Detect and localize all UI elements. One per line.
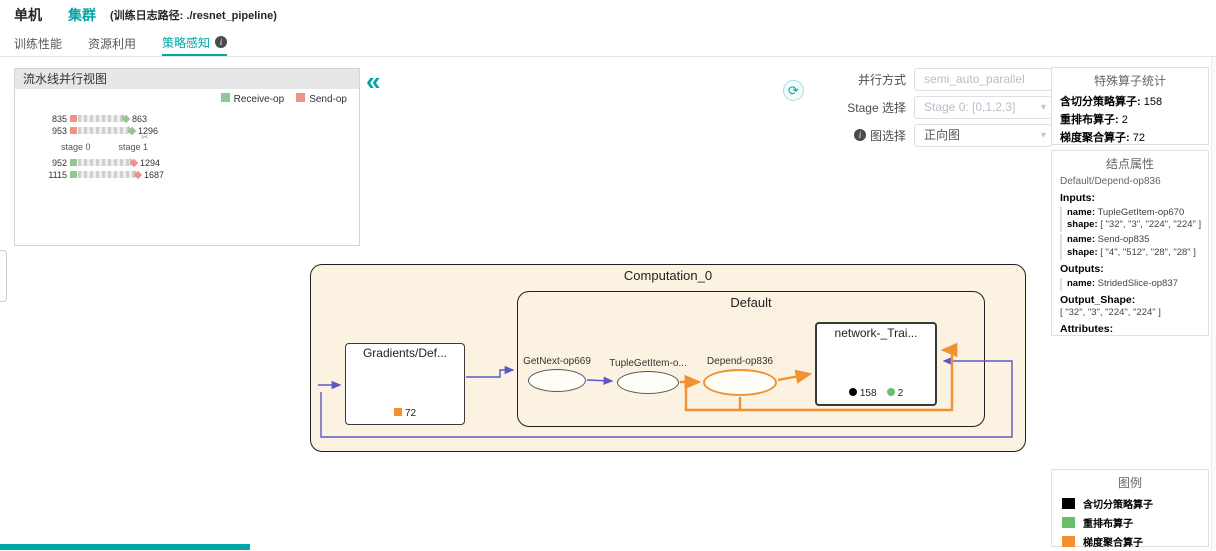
left-drawer-handle[interactable]	[0, 250, 7, 302]
chevron-down-icon: ▾	[1041, 97, 1046, 118]
pipeline-legend: Receive-op Send-op	[221, 93, 347, 105]
send-marker	[70, 127, 77, 134]
green-swatch	[1062, 517, 1075, 528]
default-group-label: Default	[518, 292, 984, 310]
transfer-bar	[78, 115, 122, 122]
parallel-mode-input[interactable]: semi_auto_parallel	[914, 68, 1052, 91]
graph-select[interactable]: 正向图 ▾	[914, 124, 1052, 147]
graph-legend-panel: 图例 含切分策略算子 重排布算子 梯度聚合算子	[1051, 469, 1209, 547]
tab-cluster[interactable]: 集群	[68, 5, 96, 25]
legend-gradient-aggregation: 梯度聚合算子	[1052, 532, 1208, 551]
stats-panel-title: 特殊算子统计	[1052, 68, 1208, 92]
tab-resource-utilization[interactable]: 资源利用	[88, 30, 136, 56]
depend-op-node-selected[interactable]	[703, 369, 777, 396]
pipeline-parallel-panel: 流水线并行视图 Receive-op Send-op 835 863 953 1…	[14, 68, 360, 246]
outputs-section-label: Outputs:	[1060, 262, 1202, 276]
redistribution-badge: 2	[887, 388, 904, 399]
stage-labels: ✂ stage 0 stage 1	[53, 142, 164, 152]
tab-training-performance[interactable]: 训练性能	[14, 30, 62, 56]
getnext-op-node[interactable]	[528, 369, 586, 392]
receive-op-swatch	[221, 93, 230, 102]
receive-marker	[70, 159, 77, 166]
orange-swatch	[1062, 536, 1075, 547]
op-id: 1687	[144, 170, 164, 180]
vertical-scrollbar[interactable]	[1211, 57, 1216, 550]
op-id: 863	[132, 114, 147, 124]
nav-tabbar: 训练性能 资源利用 策略感知 i	[0, 30, 1216, 57]
op-id: 835	[41, 114, 67, 124]
input-entry: name: Send-op835 shape: [ "4", "512", "2…	[1060, 234, 1202, 260]
legend-redistribution: 重排布算子	[1052, 513, 1208, 532]
send-marker	[70, 115, 77, 122]
transfer-bar	[78, 127, 128, 134]
inputs-section-label: Inputs:	[1060, 191, 1202, 205]
legend-send-op: Send-op	[296, 93, 347, 105]
selected-node-name: Default/Depend-op836	[1060, 175, 1202, 189]
black-swatch	[1062, 498, 1075, 509]
gradient-aggregation-badge: 72	[394, 408, 416, 419]
pipeline-row[interactable]: 835 863	[41, 113, 164, 124]
info-icon[interactable]: i	[215, 36, 227, 48]
stat-gradient-aggregation: 梯度聚合算子: 72	[1052, 128, 1208, 146]
legend-sliced-strategy: 含切分策略算子	[1052, 494, 1208, 513]
attributes-section-label: Attributes:	[1060, 322, 1202, 336]
stat-sliced-strategy: 含切分策略算子: 158	[1052, 92, 1208, 110]
transfer-bar	[78, 171, 134, 178]
legend-receive-op: Receive-op	[221, 93, 285, 105]
stage-select-row: Stage 选择 Stage 0: [0,1,2,3] ▾	[822, 95, 1052, 119]
node-panel-title: 结点属性	[1052, 151, 1208, 175]
sliced-strategy-badge: 158	[849, 388, 877, 399]
train-log-path: (训练日志路径: ./resnet_pipeline)	[110, 7, 277, 23]
refresh-icon[interactable]: ⟳	[783, 80, 804, 101]
green-dot-icon	[887, 388, 895, 396]
horizontal-scrollbar[interactable]	[0, 544, 250, 550]
op-id: 952	[41, 158, 67, 168]
top-header: 单机 集群 (训练日志路径: ./resnet_pipeline)	[0, 0, 1216, 30]
gradients-node-label: Gradients/Def...	[346, 344, 464, 360]
tab-strategy-perception[interactable]: 策略感知 i	[162, 30, 227, 56]
orange-square-icon	[394, 408, 402, 416]
output-entry: name: StridedSlice-op837	[1060, 278, 1202, 291]
chevron-down-icon: ▾	[1041, 125, 1046, 146]
computation-group-label: Computation_0	[311, 265, 1025, 283]
pipeline-row[interactable]: 1115 1687	[41, 169, 164, 180]
node-attributes-panel: 结点属性 Default/Depend-op836 Inputs: name: …	[1051, 150, 1209, 336]
special-operator-stats-panel: 特殊算子统计 含切分策略算子: 158 重排布算子: 2 梯度聚合算子: 72	[1051, 67, 1209, 145]
op-id: 1294	[140, 158, 160, 168]
depend-op-label: Depend-op836	[685, 356, 795, 367]
stat-redistribution: 重排布算子: 2	[1052, 110, 1208, 128]
send-op-swatch	[296, 93, 305, 102]
stage-select[interactable]: Stage 0: [0,1,2,3] ▾	[914, 96, 1052, 119]
pipeline-row[interactable]: 952 1294	[41, 157, 164, 168]
graph-select-label: i 图选择	[822, 127, 906, 144]
receive-marker	[70, 171, 77, 178]
op-id: 1115	[41, 170, 67, 180]
cut-icon: ✂	[141, 132, 149, 143]
stage-select-label: Stage 选择	[822, 99, 906, 116]
pipeline-panel-title: 流水线并行视图	[15, 69, 359, 89]
tuplegetitem-op-node[interactable]	[617, 371, 679, 394]
pipeline-rows: 835 863 953 1296 ✂ stage 0 stage 1 952 1…	[41, 113, 164, 181]
collapse-panel-icon[interactable]: «	[366, 68, 380, 94]
stage-1-label: stage 1	[119, 142, 149, 152]
graph-select-row: i 图选择 正向图 ▾	[822, 123, 1052, 147]
parallel-mode-label: 并行方式	[822, 71, 906, 88]
output-shape-label: Output_Shape:	[1060, 293, 1202, 307]
info-icon[interactable]: i	[854, 129, 866, 141]
transfer-bar	[78, 159, 130, 166]
stage-0-label: stage 0	[61, 142, 91, 152]
op-id: 953	[41, 126, 67, 136]
input-entry: name: TupleGetItem-op670 shape: [ "32", …	[1060, 207, 1202, 233]
legend-title: 图例	[1052, 470, 1208, 494]
black-dot-icon	[849, 388, 857, 396]
network-node-label: network-_Trai...	[817, 324, 935, 340]
network-train-node[interactable]: network-_Trai... 158 2	[815, 322, 937, 406]
output-shape-value: [ "32", "3", "224", "224" ]	[1060, 307, 1202, 320]
tab-single-machine[interactable]: 单机	[14, 5, 42, 25]
gradients-node[interactable]: Gradients/Def... 72	[345, 343, 465, 425]
parallel-mode-row: 并行方式 semi_auto_parallel	[822, 67, 1052, 91]
